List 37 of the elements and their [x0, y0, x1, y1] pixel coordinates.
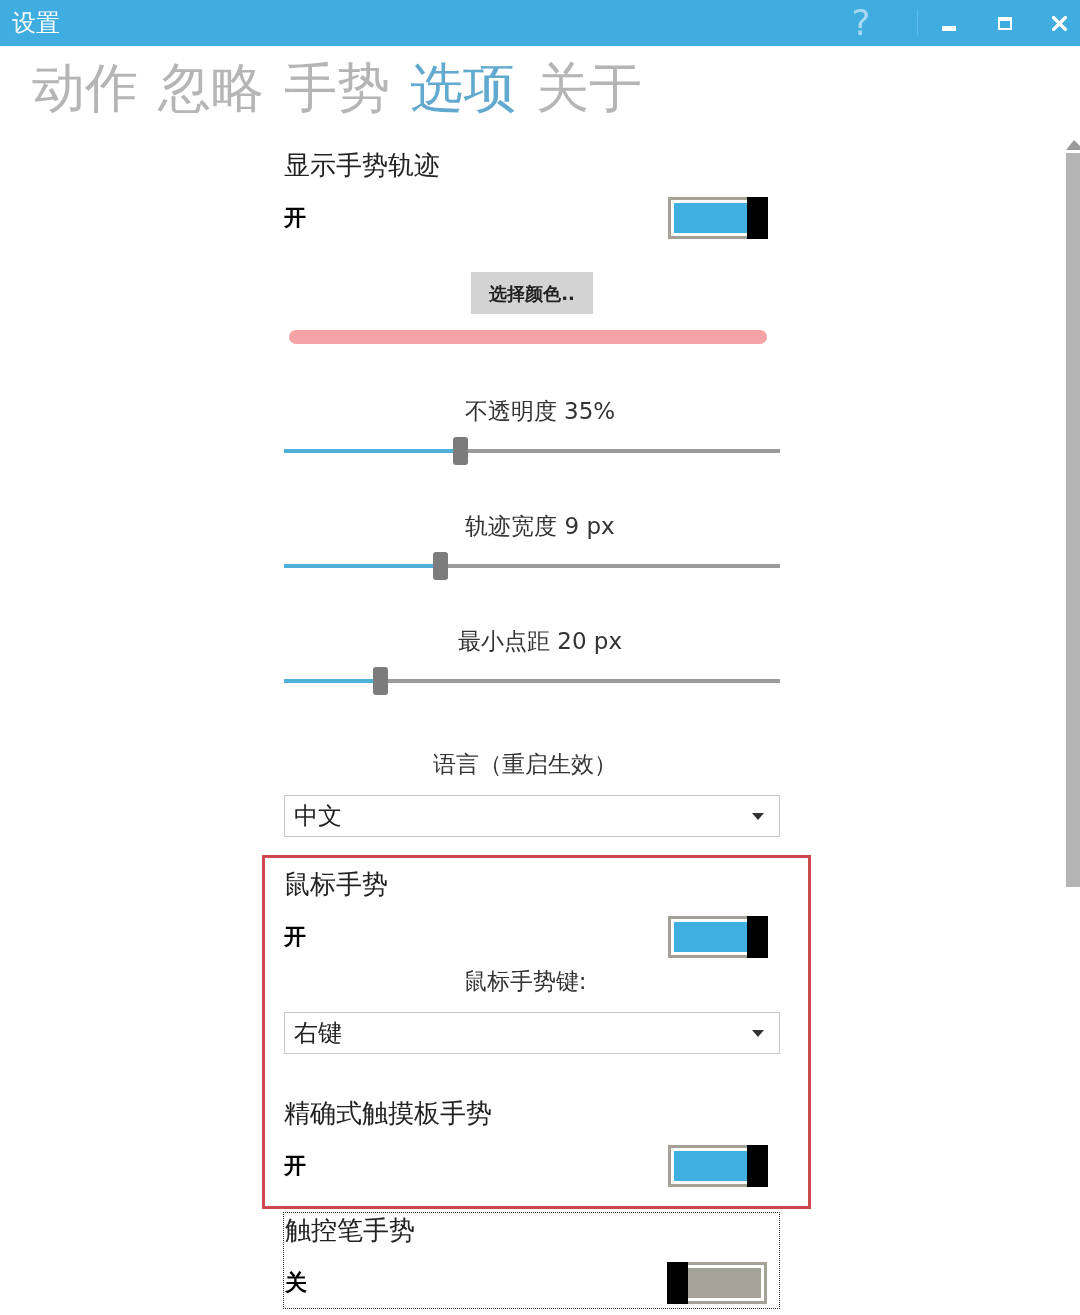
- toggle-switch[interactable]: [668, 916, 768, 958]
- dropdown[interactable]: 中文: [284, 795, 780, 837]
- choose-color-button[interactable]: 选择颜色..: [471, 272, 593, 314]
- tab[interactable]: 关于: [536, 58, 642, 118]
- dropdown-label: 语言（重启生效）: [432, 750, 618, 779]
- minimize-icon: [942, 25, 956, 31]
- tab[interactable]: 手势: [284, 58, 390, 118]
- dropdown[interactable]: 右键: [284, 1012, 780, 1054]
- section-title: 显示手势轨迹: [284, 149, 441, 182]
- help-button[interactable]: ?: [839, 3, 883, 43]
- slider-label: 轨迹宽度 9 px: [464, 512, 616, 541]
- slider-thumb[interactable]: [373, 667, 389, 695]
- toggle-switch[interactable]: [668, 1145, 768, 1187]
- section-title: 触控笔手势: [285, 1214, 416, 1247]
- slider-label: 最小点距 20 px: [456, 627, 624, 656]
- toggle-state-label: 开: [284, 923, 306, 951]
- slider-thumb[interactable]: [432, 552, 448, 580]
- maximize-icon: [998, 16, 1012, 30]
- tab[interactable]: 忽略: [158, 58, 264, 118]
- section-title: 精确式触摸板手势: [284, 1097, 493, 1130]
- slider-thumb[interactable]: [452, 437, 468, 465]
- close-icon: [1052, 15, 1067, 31]
- toggle-switch[interactable]: [667, 1262, 767, 1304]
- tab[interactable]: 选项: [410, 58, 516, 118]
- dropdown-label: 鼠标手势键:: [462, 967, 588, 996]
- toggle-state-label: 关: [285, 1269, 307, 1297]
- section-title: 鼠标手势: [284, 868, 389, 901]
- toggle-switch[interactable]: [668, 197, 768, 239]
- caret-icon: [752, 812, 764, 820]
- toggle-state-label: 开: [284, 204, 306, 232]
- toggle-state-label: 开: [284, 1152, 306, 1180]
- window-title: 设置: [11, 8, 60, 38]
- caret-icon: [752, 1029, 764, 1037]
- slider-label: 不透明度 35%: [463, 397, 617, 426]
- scroll-up-icon[interactable]: [1066, 140, 1080, 150]
- scrollbar-thumb[interactable]: [1066, 153, 1080, 887]
- tab[interactable]: 动作: [32, 58, 138, 118]
